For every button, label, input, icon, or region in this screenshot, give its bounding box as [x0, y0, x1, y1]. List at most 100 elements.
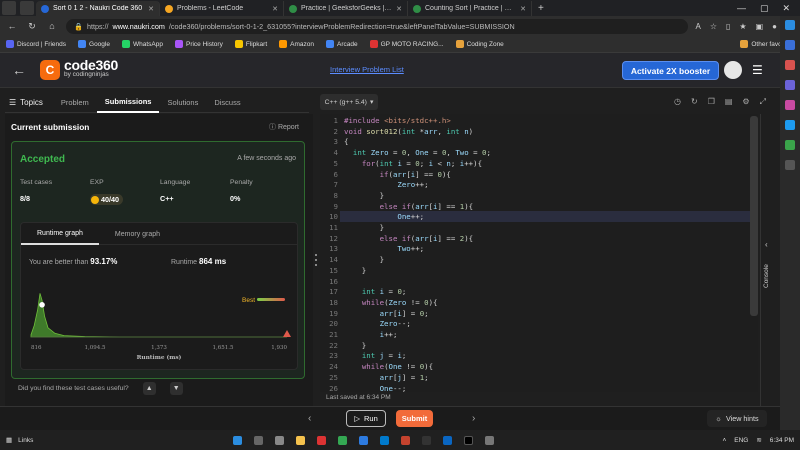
- tab-actions-icon[interactable]: [20, 1, 34, 15]
- code-line[interactable]: Zero++;: [344, 180, 428, 189]
- thumbs-up-icon[interactable]: ▲: [142, 382, 156, 395]
- language-select[interactable]: C++ (g++ 5.4) ▾: [320, 94, 378, 110]
- linkedin-icon[interactable]: [443, 435, 453, 445]
- code-line[interactable]: arr[j] = 1;: [344, 373, 429, 382]
- tab-submissions[interactable]: Submissions: [96, 92, 160, 113]
- code-line[interactable]: Zero--;: [344, 319, 411, 328]
- close-tab-icon[interactable]: ✕: [272, 5, 278, 13]
- code360-logo[interactable]: C code360 by codingninjas: [40, 58, 118, 80]
- widgets-icon[interactable]: ▦: [6, 436, 12, 444]
- vscode-icon[interactable]: [380, 435, 390, 445]
- code-line[interactable]: }: [344, 223, 384, 232]
- back-arrow-icon[interactable]: ←: [12, 62, 36, 78]
- code-line[interactable]: }: [344, 341, 366, 350]
- code-line[interactable]: #include <bits/stdc++.h>: [344, 116, 451, 125]
- maximize-icon[interactable]: ▢: [760, 1, 769, 16]
- back-icon[interactable]: ←: [6, 21, 18, 31]
- reset-icon[interactable]: ↻: [691, 97, 698, 107]
- code-line[interactable]: arr[i] = 0;: [344, 309, 429, 318]
- bookmark-item[interactable]: Coding Zone: [455, 40, 504, 48]
- code-line[interactable]: i++;: [344, 330, 398, 339]
- bookmark-item[interactable]: Google: [78, 40, 110, 48]
- collections-icon[interactable]: ▣: [756, 22, 764, 31]
- code-line[interactable]: else if(arr[i] == 1){: [344, 202, 474, 211]
- tray-chevron-icon[interactable]: ˄: [722, 437, 726, 444]
- editor-scrollbar[interactable]: [750, 116, 758, 316]
- bookmark-item[interactable]: WhatsApp: [121, 40, 163, 48]
- layout-icon[interactable]: ▤: [725, 97, 733, 107]
- search-taskbar-icon[interactable]: [254, 435, 264, 445]
- run-button[interactable]: ▷ Run: [346, 410, 386, 427]
- edge-icon[interactable]: [359, 435, 369, 445]
- code-line[interactable]: while(Zero != 0){: [344, 298, 438, 307]
- tab-discuss[interactable]: Discuss: [206, 92, 248, 113]
- bookmark-item[interactable]: Amazon: [279, 40, 314, 48]
- code-line[interactable]: void sort012(int *arr, int n): [344, 127, 473, 136]
- hamburger-menu-icon[interactable]: ☰: [752, 63, 763, 77]
- next-arrow-icon[interactable]: ›: [472, 413, 475, 424]
- avatar[interactable]: [724, 61, 742, 79]
- app3-icon[interactable]: [422, 435, 432, 445]
- activate-booster-button[interactable]: Activate 2X booster: [622, 61, 719, 80]
- new-tab-button[interactable]: +: [532, 2, 550, 16]
- tools-icon[interactable]: [785, 80, 795, 90]
- code-line[interactable]: }: [344, 266, 366, 275]
- shopping-icon[interactable]: [785, 60, 795, 70]
- code-line[interactable]: int j = i;: [344, 351, 407, 360]
- bookmark-item[interactable]: Price History: [174, 40, 223, 48]
- links-widget[interactable]: Links: [18, 437, 33, 444]
- chrome-icon[interactable]: [338, 435, 348, 445]
- app2-icon[interactable]: [401, 435, 411, 445]
- thumbs-down-icon[interactable]: ▼: [169, 382, 183, 395]
- code-line[interactable]: while(One != 0){: [344, 362, 433, 371]
- tab-problem[interactable]: Problem: [53, 92, 97, 113]
- x-icon[interactable]: [464, 435, 474, 445]
- timer-icon[interactable]: ◷: [674, 97, 681, 107]
- code-line[interactable]: for(int i = 0; i < n; i++){: [344, 159, 482, 168]
- submit-button[interactable]: Submit: [396, 410, 433, 427]
- wifi-icon[interactable]: ≋: [756, 436, 761, 444]
- add-sidebar-icon[interactable]: [785, 160, 795, 170]
- profile-icon[interactable]: ●: [772, 22, 777, 31]
- url-field[interactable]: 🔒 https://www.naukri.com/code360/problem…: [66, 18, 688, 34]
- tab-solutions[interactable]: Solutions: [159, 92, 206, 113]
- chevron-left-icon[interactable]: ‹: [765, 240, 768, 249]
- app-icon[interactable]: [317, 435, 327, 445]
- outlook-icon[interactable]: [785, 120, 795, 130]
- close-tab-icon[interactable]: ✕: [520, 5, 526, 13]
- app4-icon[interactable]: [485, 435, 495, 445]
- favorite-star-icon[interactable]: ☆: [710, 22, 717, 31]
- minimize-icon[interactable]: —: [737, 1, 746, 16]
- favorites-icon[interactable]: ★: [739, 22, 746, 31]
- code-line[interactable]: Two++;: [344, 244, 424, 253]
- code-line[interactable]: }: [344, 255, 384, 264]
- workspaces-icon[interactable]: [2, 1, 16, 15]
- interview-problem-list-link[interactable]: Interview Problem List: [330, 65, 404, 74]
- drop-icon[interactable]: [785, 140, 795, 150]
- search-icon[interactable]: [785, 40, 795, 50]
- games-icon[interactable]: [785, 100, 795, 110]
- console-toggle[interactable]: Console: [763, 256, 775, 296]
- browser-tab[interactable]: Practice | GeeksforGeeks | A com ✕: [284, 1, 408, 16]
- fullscreen-icon[interactable]: ⤢: [760, 97, 766, 107]
- split-screen-icon[interactable]: ▯: [726, 22, 730, 31]
- close-tab-icon[interactable]: ✕: [396, 5, 402, 13]
- browser-tab[interactable]: Sort 0 1 2 - Naukri Code 360 ✕: [36, 1, 160, 16]
- code-editor[interactable]: 1 #include <bits/stdc++.h> 2 void sort012(i…: [320, 114, 758, 392]
- browser-tab[interactable]: Problems - LeetCode ✕: [160, 1, 284, 16]
- read-aloud-icon[interactable]: A: [696, 22, 701, 31]
- tab-memory-graph[interactable]: Memory graph: [99, 223, 176, 245]
- topics-toggle[interactable]: ☰ Topics: [5, 92, 53, 113]
- bookmark-item[interactable]: GP MOTO RACING...: [369, 40, 444, 48]
- copy-icon[interactable]: ❐: [708, 97, 715, 107]
- tab-runtime-graph[interactable]: Runtime graph: [21, 223, 99, 245]
- task-view-icon[interactable]: [275, 435, 285, 445]
- start-icon[interactable]: [233, 435, 243, 445]
- close-tab-icon[interactable]: ✕: [148, 5, 154, 13]
- code-line[interactable]: One++;: [344, 212, 424, 221]
- code-line[interactable]: else if(arr[i] == 2){: [344, 234, 474, 243]
- home-icon[interactable]: ⌂: [46, 21, 58, 31]
- browser-tab[interactable]: Counting Sort | Practice | Geeksf ✕: [408, 1, 532, 16]
- prev-arrow-icon[interactable]: ‹: [308, 413, 311, 424]
- code-line[interactable]: if(arr[i] == 0){: [344, 170, 451, 179]
